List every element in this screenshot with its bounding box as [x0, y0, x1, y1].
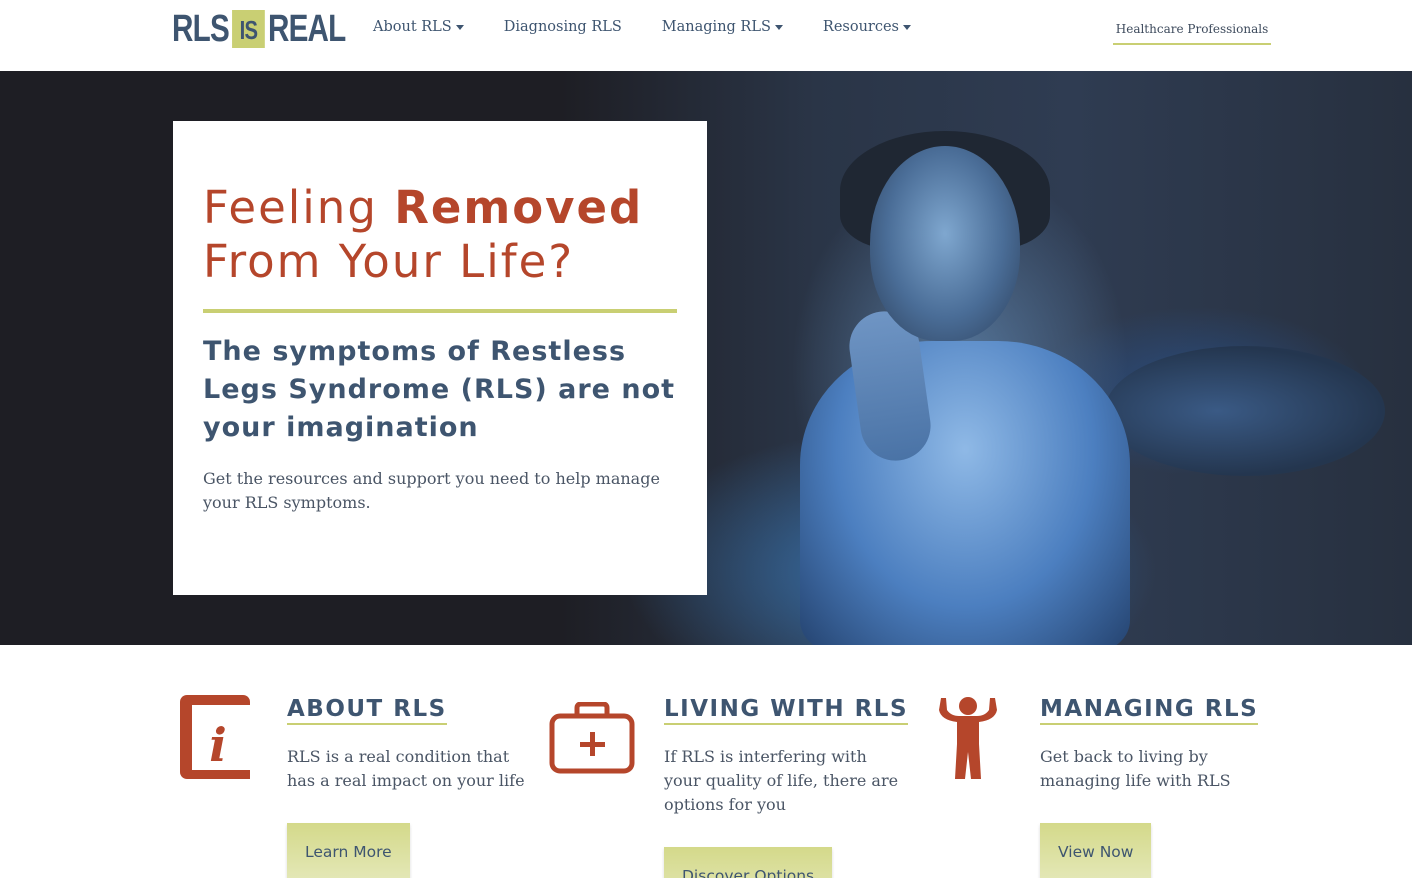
- site-header: RLS IS REAL About RLS Diagnosing RLS Man…: [0, 0, 1412, 71]
- feature-title: LIVING WITH RLS: [664, 696, 909, 725]
- healthcare-professionals-link[interactable]: Healthcare Professionals: [1113, 22, 1271, 45]
- hero-title-part: Feeling: [203, 181, 395, 234]
- feature-text: If RLS is interfering with your quality …: [664, 747, 899, 814]
- nav-item-resources[interactable]: Resources: [823, 19, 911, 35]
- nav-item-managing-rls[interactable]: Managing RLS: [662, 19, 783, 35]
- hero-section: Feeling Removed From Your Life? The symp…: [0, 71, 1412, 645]
- feature-title: MANAGING RLS: [1040, 696, 1259, 725]
- nav-item-label: Diagnosing RLS: [503, 19, 622, 35]
- info-book-icon: i: [180, 695, 250, 779]
- svg-text:i: i: [209, 718, 226, 772]
- first-aid-kit-icon: [549, 702, 635, 774]
- nav-item-label: Managing RLS: [661, 19, 771, 35]
- hero-photo-woman-body: [800, 341, 1130, 645]
- hero-title-part: From Your Life?: [203, 235, 575, 288]
- hero-title: Feeling Removed From Your Life?: [203, 181, 683, 289]
- nav-item-label: Resources: [822, 19, 899, 35]
- caret-down-icon: [774, 24, 783, 30]
- caret-down-icon: [455, 24, 464, 30]
- cheering-person-icon: [939, 697, 997, 779]
- caret-down-icon: [903, 24, 911, 30]
- feature-text: RLS is a real condition that has a real …: [287, 747, 525, 790]
- feature-title: ABOUT RLS: [287, 696, 447, 725]
- logo-text-rls: RLS: [172, 7, 230, 50]
- hero-title-emphasis: Removed: [394, 181, 644, 234]
- hero-photo-sleeping-man: [1105, 346, 1385, 476]
- hero-card: Feeling Removed From Your Life? The symp…: [173, 121, 707, 595]
- nav-item-about-rls[interactable]: About RLS: [373, 19, 464, 35]
- nav-item-diagnosing-rls[interactable]: Diagnosing RLS: [504, 19, 622, 35]
- nav-item-label: About RLS: [373, 19, 452, 35]
- discover-options-button[interactable]: Discover Options: [664, 847, 833, 878]
- logo-text-is: IS: [232, 10, 265, 48]
- view-now-button[interactable]: View Now: [1040, 823, 1152, 878]
- learn-more-button[interactable]: Learn More: [287, 823, 410, 878]
- logo-text-real: REAL: [267, 7, 346, 50]
- hero-divider: [203, 309, 677, 313]
- main-nav: About RLS Diagnosing RLS Managing RLS Re…: [373, 19, 951, 35]
- site-logo[interactable]: RLS IS REAL: [172, 7, 346, 50]
- feature-text: Get back to living by managing life with…: [1040, 747, 1231, 790]
- hero-body-text: Get the resources and support you need t…: [203, 469, 660, 512]
- hero-subtitle: The symptoms of Restless Legs Syndrome (…: [203, 336, 676, 443]
- hero-photo-woman-head: [870, 146, 1020, 341]
